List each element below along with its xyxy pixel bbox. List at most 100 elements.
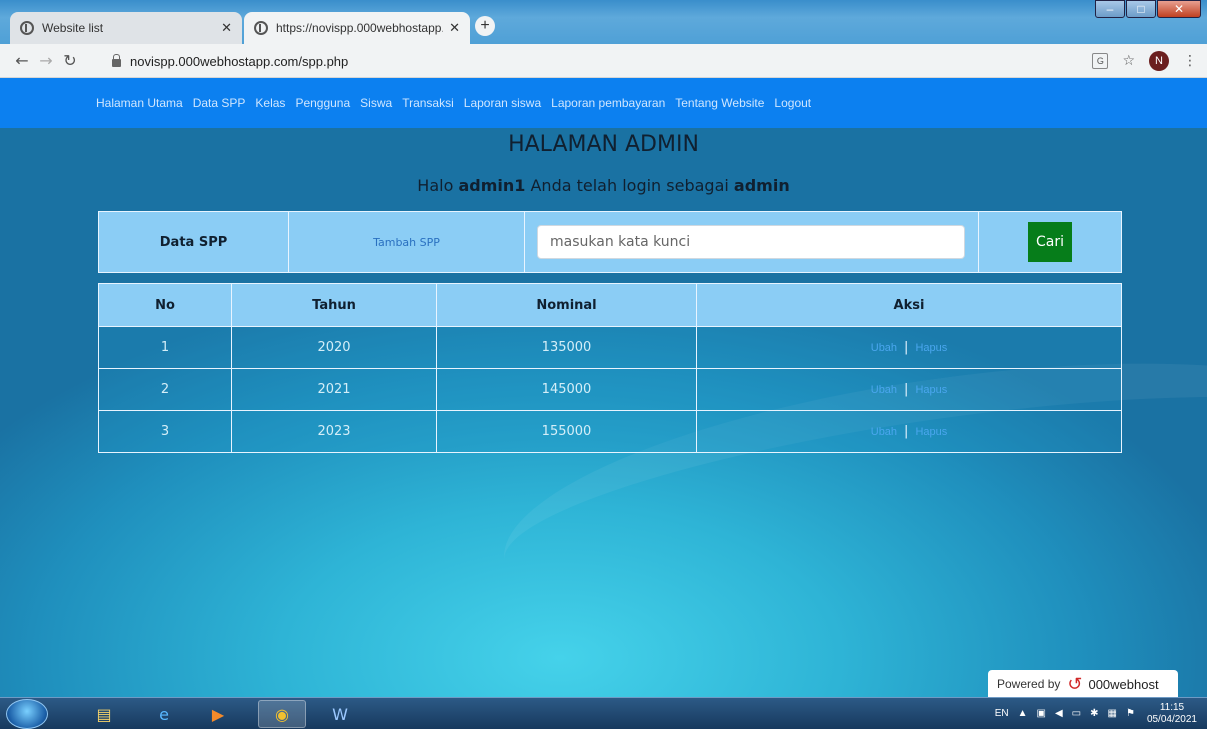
nav-siswa[interactable]: Siswa — [360, 96, 392, 110]
section-label: Data SPP — [99, 212, 289, 272]
nav-data-spp[interactable]: Data SPP — [193, 96, 246, 110]
nav-laporan-siswa[interactable]: Laporan siswa — [464, 96, 541, 110]
edit-link[interactable]: Ubah — [871, 384, 897, 396]
page-content: Halaman Utama Data SPP Kelas Pengguna Si… — [0, 78, 1207, 697]
start-button[interactable] — [6, 699, 48, 729]
search-button[interactable]: Cari — [1028, 222, 1072, 262]
internet-explorer-icon[interactable]: e — [140, 700, 188, 728]
power-icon[interactable]: ▭ — [1072, 708, 1081, 719]
data-toolbar: Data SPP Tambah SPP Cari — [98, 211, 1122, 273]
cell-no: 3 — [98, 410, 232, 453]
url-field[interactable]: novispp.000webhostapp.com/spp.php — [112, 49, 1077, 73]
clock-date: 05/04/2021 — [1146, 713, 1197, 725]
url-text: novispp.000webhostapp.com/spp.php — [130, 53, 349, 69]
search-cell — [525, 212, 979, 272]
tab-title: https://novispp.000webhostapp. — [276, 21, 444, 35]
delete-link[interactable]: Hapus — [915, 426, 947, 438]
language-indicator[interactable]: EN — [995, 708, 1009, 719]
media-player-icon[interactable]: ▶ — [194, 700, 242, 728]
cell-aksi: Ubah | Hapus — [696, 410, 1122, 453]
browser-tab-strip: Website list ✕ https://novispp.000webhos… — [0, 0, 1207, 44]
nav-logout[interactable]: Logout — [774, 96, 811, 110]
cell-nominal: 155000 — [436, 410, 697, 453]
network-icon[interactable]: ▣ — [1037, 708, 1046, 719]
globe-icon — [254, 21, 268, 35]
cell-tahun: 2023 — [231, 410, 437, 453]
action-separator: | — [904, 340, 909, 355]
greeting-user: admin1 — [458, 176, 526, 195]
security-icon[interactable]: ▦ — [1108, 708, 1117, 719]
spp-table: No Tahun Nominal Aksi 1 2020 135000 Ubah… — [98, 283, 1122, 453]
greeting-prefix: Halo — [417, 176, 454, 195]
reload-icon[interactable]: ↻ — [58, 51, 82, 70]
word-icon[interactable]: W — [316, 700, 364, 728]
volume-icon[interactable]: ◀ — [1055, 708, 1063, 719]
delete-link[interactable]: Hapus — [915, 342, 947, 354]
address-bar: ← → ↻ novispp.000webhostapp.com/spp.php … — [0, 44, 1207, 78]
nav-halaman-utama[interactable]: Halaman Utama — [96, 96, 183, 110]
chrome-icon[interactable]: ◉ — [258, 700, 306, 728]
cell-nominal: 135000 — [436, 326, 697, 369]
cell-no: 1 — [98, 326, 232, 369]
edit-link[interactable]: Ubah — [871, 342, 897, 354]
browser-actions: G ☆ N ⋮ — [1078, 51, 1197, 71]
search-button-cell: Cari — [979, 212, 1121, 272]
header-nominal: Nominal — [436, 283, 697, 327]
nav-transaksi[interactable]: Transaksi — [402, 96, 454, 110]
back-arrow-icon[interactable]: ← — [10, 51, 34, 70]
edit-link[interactable]: Ubah — [871, 426, 897, 438]
chevron-up-icon[interactable]: ▲ — [1018, 708, 1028, 719]
main-navigation: Halaman Utama Data SPP Kelas Pengguna Si… — [0, 78, 1207, 128]
globe-icon — [20, 21, 34, 35]
delete-link[interactable]: Hapus — [915, 384, 947, 396]
greeting-middle: Anda telah login sebagai — [530, 176, 729, 195]
cell-aksi: Ubah | Hapus — [696, 326, 1122, 369]
cell-tahun: 2021 — [231, 368, 437, 411]
search-input[interactable] — [537, 225, 965, 259]
cell-no: 2 — [98, 368, 232, 411]
table-row: 3 2023 155000 Ubah | Hapus — [98, 410, 1122, 453]
greeting: Halo admin1 Anda telah login sebagai adm… — [0, 176, 1207, 195]
new-tab-button[interactable]: + — [475, 16, 495, 36]
browser-tab-website-list[interactable]: Website list ✕ — [10, 12, 242, 44]
page-title: HALAMAN ADMIN — [508, 132, 699, 157]
nav-kelas[interactable]: Kelas — [255, 96, 285, 110]
header-aksi: Aksi — [696, 283, 1122, 327]
avatar[interactable]: N — [1149, 51, 1169, 71]
star-icon[interactable]: ☆ — [1122, 53, 1135, 69]
close-icon[interactable]: ✕ — [449, 20, 460, 36]
taskbar: ▤ e ▶ ◉ W EN ▲ ▣ ◀ ▭ ✱ ▦ ⚑ 11:15 05/04/2… — [0, 697, 1207, 729]
action-separator: | — [904, 424, 909, 439]
cell-aksi: Ubah | Hapus — [696, 368, 1122, 411]
powered-by-badge[interactable]: Powered by ↺ 000webhost — [988, 670, 1178, 697]
clock-time: 11:15 — [1159, 701, 1185, 713]
greeting-role: admin — [733, 176, 790, 195]
clock[interactable]: 11:15 05/04/2021 — [1147, 702, 1197, 726]
table-row: 2 2021 145000 Ubah | Hapus — [98, 368, 1122, 411]
more-menu-icon[interactable]: ⋮ — [1183, 53, 1197, 69]
file-explorer-icon[interactable]: ▤ — [80, 700, 128, 728]
bluetooth-icon[interactable]: ✱ — [1090, 708, 1098, 719]
header-tahun: Tahun — [231, 283, 437, 327]
add-spp-link[interactable]: Tambah SPP — [289, 212, 525, 272]
close-window-button[interactable]: ✕ — [1157, 0, 1201, 18]
header-no: No — [98, 283, 232, 327]
cell-nominal: 145000 — [436, 368, 697, 411]
window-controls: – □ ✕ — [1094, 0, 1201, 20]
powered-by-text: Powered by — [997, 677, 1061, 691]
close-icon[interactable]: ✕ — [221, 20, 232, 36]
translate-icon[interactable]: G — [1092, 53, 1109, 69]
nav-pengguna[interactable]: Pengguna — [295, 96, 350, 110]
table-row: 1 2020 135000 Ubah | Hapus — [98, 326, 1122, 369]
action-center-icon[interactable]: ⚑ — [1126, 708, 1135, 719]
webhost-logo-icon: ↺ — [1067, 673, 1083, 694]
forward-arrow-icon[interactable]: → — [34, 51, 58, 70]
nav-tentang-website[interactable]: Tentang Website — [675, 96, 764, 110]
minimize-button[interactable]: – — [1095, 0, 1125, 18]
cell-tahun: 2020 — [231, 326, 437, 369]
powered-by-brand: 000webhost — [1088, 676, 1159, 692]
nav-laporan-pembayaran[interactable]: Laporan pembayaran — [551, 96, 665, 110]
tab-title: Website list — [42, 21, 104, 35]
maximize-button[interactable]: □ — [1126, 0, 1156, 18]
browser-tab-novispp[interactable]: https://novispp.000webhostapp. ✕ — [244, 12, 470, 44]
